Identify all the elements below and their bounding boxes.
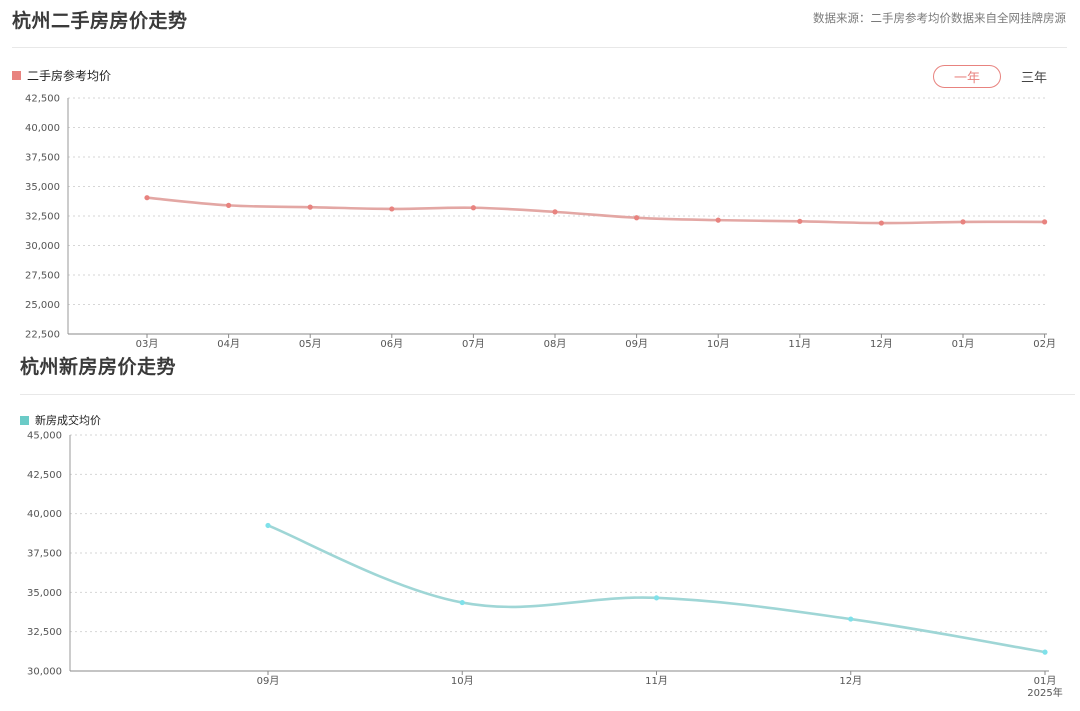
newhouse-x-tick-label: 10月 — [451, 675, 474, 687]
newhouse-x-tick-label: 11月 — [645, 675, 668, 687]
newhouse-x-tick-sublabel: 2025年 — [1027, 686, 1062, 699]
newhouse-x-tick-label: 12月 — [839, 675, 862, 687]
newhouse-series-line — [267, 524, 1046, 654]
newhouse-y-tick-label: 40,000 — [27, 509, 62, 520]
newhouse-data-point[interactable] — [1042, 649, 1048, 655]
newhouse-x-tick-label: 09月 — [257, 675, 280, 687]
newhouse-y-tick-label: 30,000 — [27, 667, 62, 678]
newhouse-x-tick-label: 01月 — [1034, 675, 1057, 687]
newhouse-data-point[interactable] — [848, 616, 854, 622]
chart-newhouse: 45,000 42,500 40,000 37,500 35,000 32,500 30,0… — [27, 431, 1063, 700]
newhouse-y-tick-label: 37,500 — [27, 549, 62, 560]
newhouse-y-tick-label: 45,000 — [27, 431, 62, 442]
newhouse-data-point[interactable] — [459, 599, 465, 606]
newhouse-data-point[interactable] — [265, 522, 271, 529]
newhouse-y-tick-label: 35,000 — [27, 588, 62, 599]
newhouse-data-point[interactable] — [653, 595, 660, 601]
newhouse-y-tick-label: 32,500 — [27, 627, 62, 638]
newhouse-y-tick-label: 42,500 — [27, 470, 62, 481]
